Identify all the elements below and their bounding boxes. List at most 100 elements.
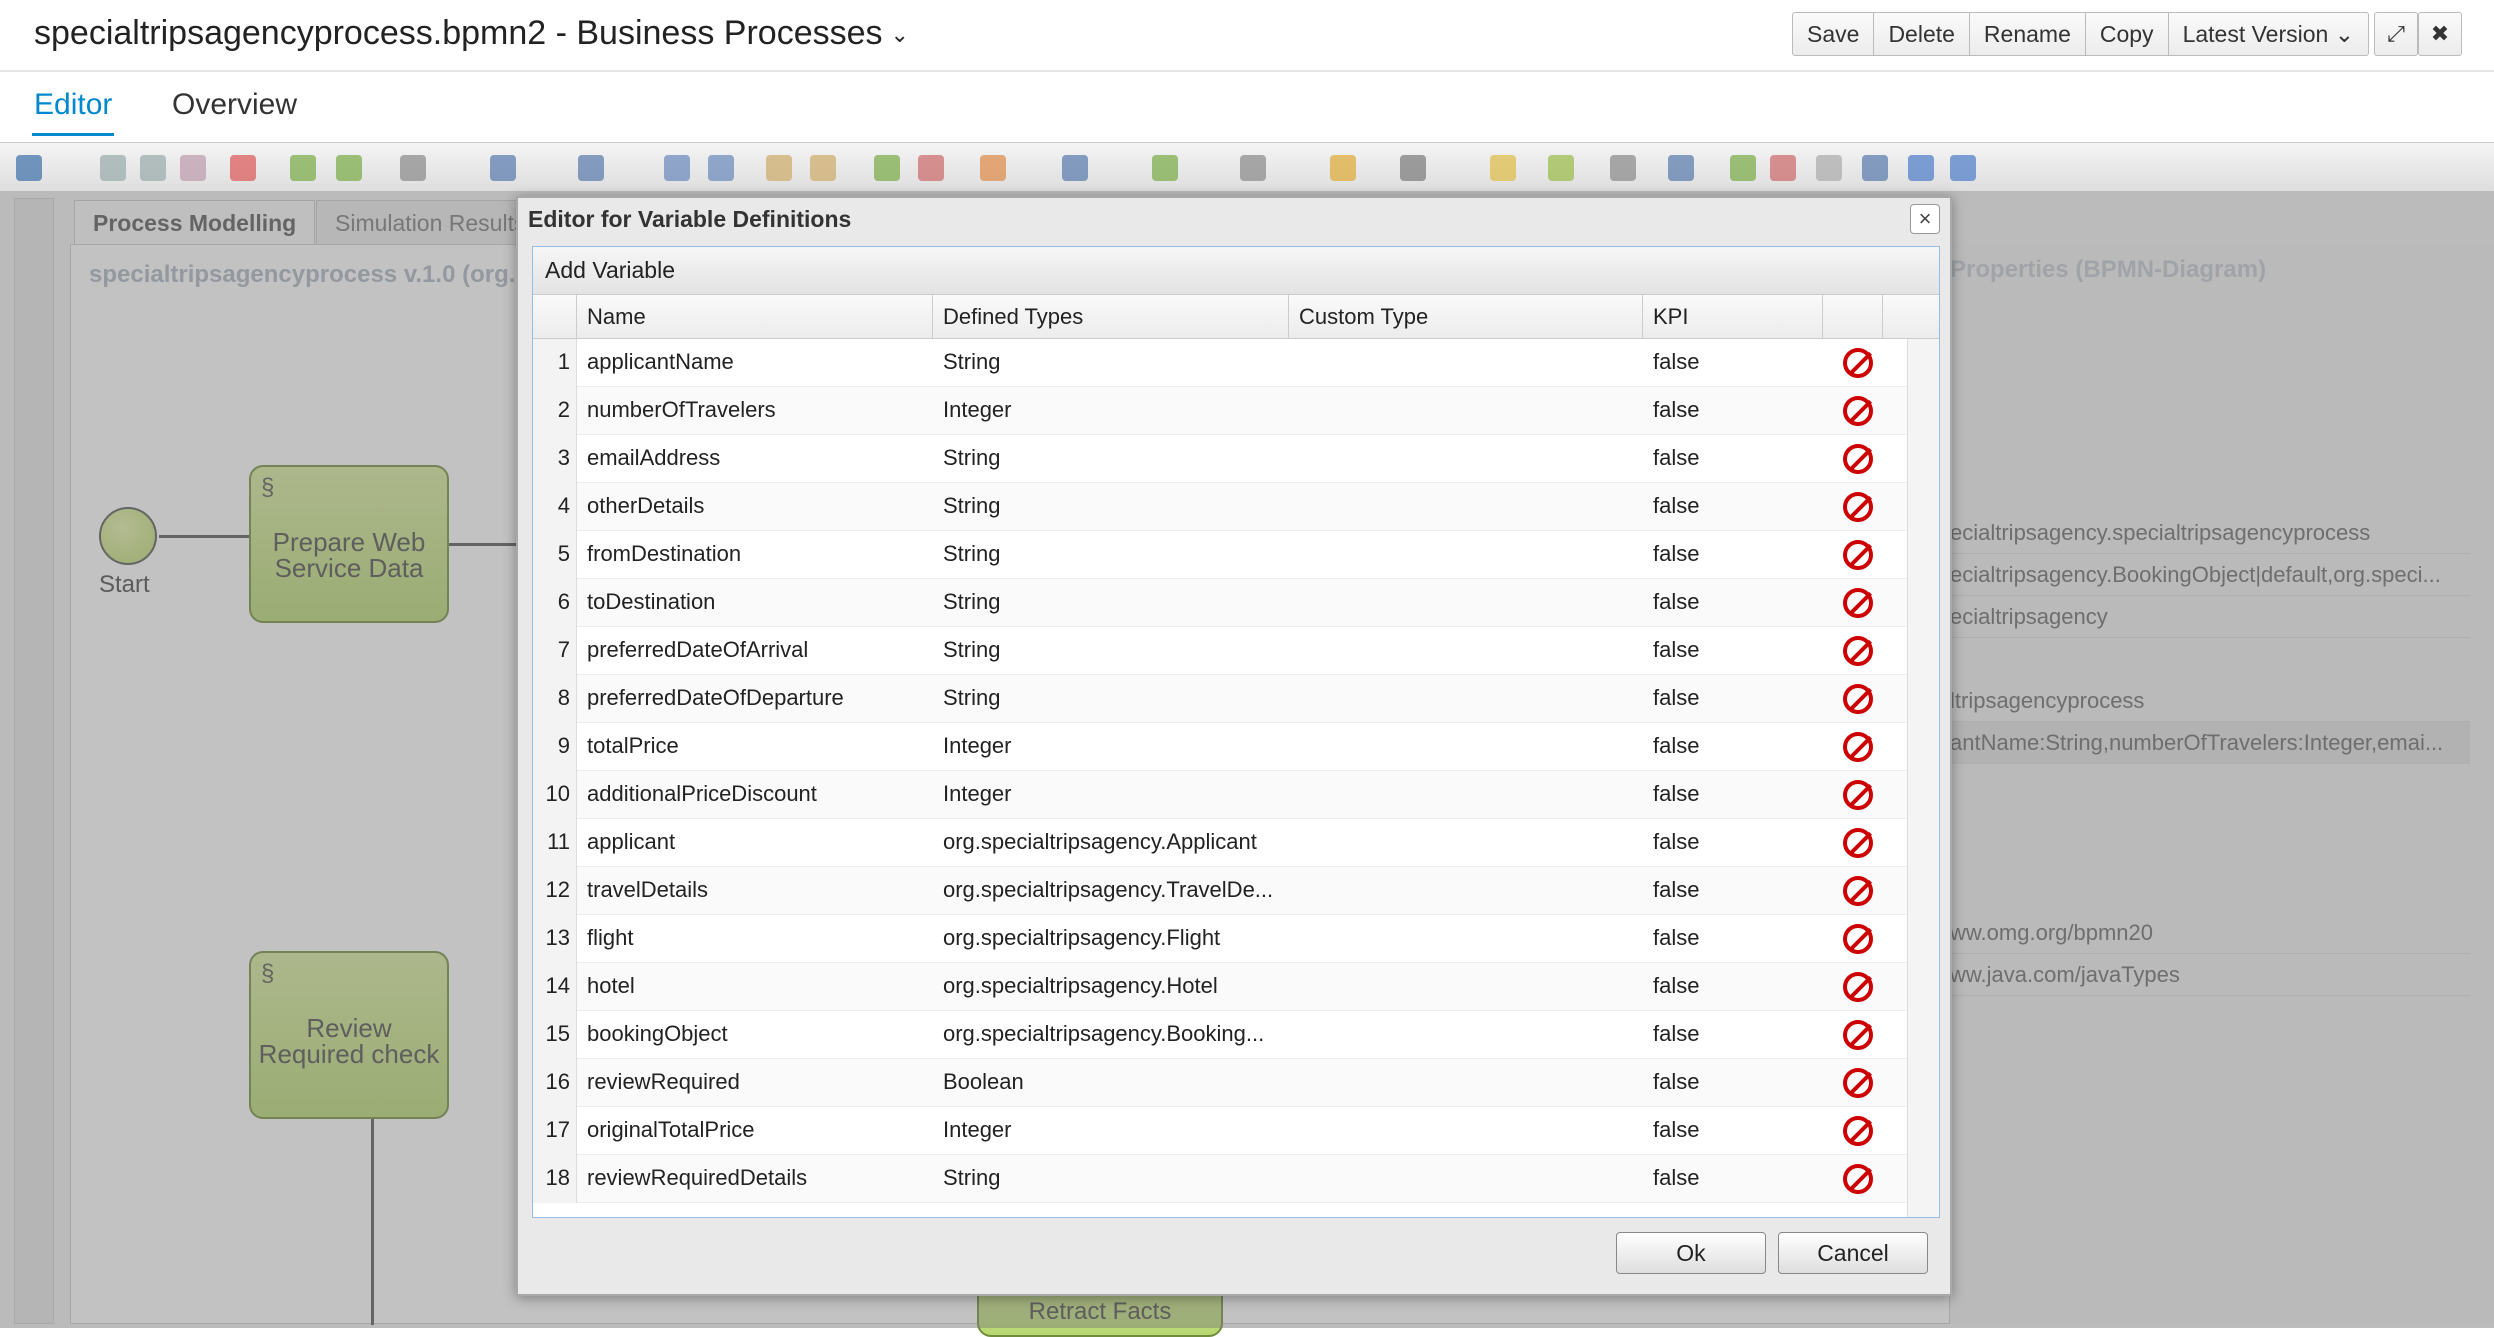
delete-icon[interactable] (1843, 924, 1873, 954)
table-icon[interactable] (1062, 155, 1088, 181)
defined-type-cell[interactable]: org.specialtripsagency.Hotel (933, 963, 1289, 1011)
defined-type-cell[interactable]: org.specialtripsagency.TravelDe... (933, 867, 1289, 915)
custom-type-cell[interactable] (1289, 1107, 1643, 1155)
custom-type-cell[interactable] (1289, 915, 1643, 963)
kpi-cell[interactable]: false (1643, 915, 1823, 963)
kpi-cell[interactable]: false (1643, 675, 1823, 723)
variable-name-cell[interactable]: otherDetails (577, 483, 933, 531)
defined-type-cell[interactable]: String (933, 675, 1289, 723)
delete-icon[interactable] (1843, 1116, 1873, 1146)
column-header-defined-types[interactable]: Defined Types (933, 295, 1289, 339)
lock-icon[interactable] (766, 155, 792, 181)
history-icon[interactable] (400, 155, 426, 181)
kpi-cell[interactable]: false (1643, 1011, 1823, 1059)
kpi-cell[interactable]: false (1643, 1107, 1823, 1155)
custom-type-cell[interactable] (1289, 1059, 1643, 1107)
delete-icon[interactable] (1843, 1020, 1873, 1050)
delete-icon[interactable] (1843, 876, 1873, 906)
tab-overview[interactable]: Overview (172, 88, 297, 122)
fit-icon[interactable] (1862, 155, 1888, 181)
variable-name-cell[interactable]: emailAddress (577, 435, 933, 483)
zoom-reset-icon[interactable] (1816, 155, 1842, 181)
kpi-cell[interactable]: false (1643, 963, 1823, 1011)
variable-name-cell[interactable]: toDestination (577, 579, 933, 627)
kpi-cell[interactable]: false (1643, 1059, 1823, 1107)
defined-type-cell[interactable]: String (933, 531, 1289, 579)
custom-type-cell[interactable] (1289, 579, 1643, 627)
custom-type-cell[interactable] (1289, 963, 1643, 1011)
variable-name-cell[interactable]: flight (577, 915, 933, 963)
variable-name-cell[interactable]: originalTotalPrice (577, 1107, 933, 1155)
asset-title[interactable]: specialtripsagencyprocess.bpmn2 - Busine… (34, 14, 909, 53)
table-row[interactable]: 14 hotel org.specialtripsagency.Hotel false (533, 963, 1909, 1011)
defined-type-cell[interactable]: String (933, 1155, 1289, 1203)
move-icon[interactable] (1610, 155, 1636, 181)
kpi-cell[interactable]: false (1643, 1155, 1823, 1203)
rename-button[interactable]: Rename (1970, 13, 2086, 55)
chevron-down-icon[interactable]: ⌄ (891, 22, 909, 48)
delete-icon[interactable] (1843, 540, 1873, 570)
delete-icon[interactable] (1843, 1068, 1873, 1098)
add-icon[interactable] (874, 155, 900, 181)
ungroup-icon[interactable] (708, 155, 734, 181)
delete-icon[interactable] (1843, 972, 1873, 1002)
cancel-button[interactable]: Cancel (1778, 1232, 1928, 1274)
version-dropdown[interactable]: Latest Version ⌄ (2169, 13, 2368, 55)
undo-icon[interactable] (290, 155, 316, 181)
close-icon[interactable]: ✖ (2418, 12, 2462, 56)
defined-type-cell[interactable]: String (933, 339, 1289, 387)
table-row[interactable]: 18 reviewRequiredDetails String false (533, 1155, 1909, 1203)
custom-type-cell[interactable] (1289, 867, 1643, 915)
variable-name-cell[interactable]: fromDestination (577, 531, 933, 579)
kpi-cell[interactable]: false (1643, 579, 1823, 627)
palette-icon[interactable] (980, 155, 1006, 181)
table-row[interactable]: 16 reviewRequired Boolean false (533, 1059, 1909, 1107)
table-row[interactable]: 13 flight org.specialtripsagency.Flight fal… (533, 915, 1909, 963)
delete-icon[interactable] (1843, 636, 1873, 666)
custom-type-cell[interactable] (1289, 483, 1643, 531)
table-row[interactable]: 4 otherDetails String false (533, 483, 1909, 531)
table-row[interactable]: 11 applicant org.specialtripsagency.Applic… (533, 819, 1909, 867)
custom-type-cell[interactable] (1289, 819, 1643, 867)
defined-type-cell[interactable]: org.specialtripsagency.Booking... (933, 1011, 1289, 1059)
defined-type-cell[interactable]: org.specialtripsagency.Applicant (933, 819, 1289, 867)
delete-icon[interactable] (1843, 348, 1873, 378)
variable-name-cell[interactable]: applicant (577, 819, 933, 867)
defined-type-cell[interactable]: Integer (933, 1107, 1289, 1155)
column-header-custom-type[interactable]: Custom Type (1289, 295, 1643, 339)
image-save-icon[interactable] (1668, 155, 1694, 181)
redo-icon[interactable] (336, 155, 362, 181)
shape-icon[interactable] (490, 155, 516, 181)
ok-button[interactable]: Ok (1616, 1232, 1766, 1274)
defined-type-cell[interactable]: Integer (933, 771, 1289, 819)
unlock-icon[interactable] (810, 155, 836, 181)
table-row[interactable]: 7 preferredDateOfArrival String false (533, 627, 1909, 675)
defined-type-cell[interactable]: String (933, 435, 1289, 483)
delete-icon[interactable] (1843, 780, 1873, 810)
add-variable-button[interactable]: Add Variable (545, 257, 675, 284)
kpi-cell[interactable]: false (1643, 339, 1823, 387)
kpi-cell[interactable]: false (1643, 531, 1823, 579)
table-row[interactable]: 12 travelDetails org.specialtripsagency.Tr… (533, 867, 1909, 915)
table-row[interactable]: 3 emailAddress String false (533, 435, 1909, 483)
kpi-cell[interactable]: false (1643, 627, 1823, 675)
database-icon[interactable] (1490, 155, 1516, 181)
delete-icon[interactable] (1843, 1164, 1873, 1194)
table-row[interactable]: 9 totalPrice Integer false (533, 723, 1909, 771)
delete-icon[interactable] (1843, 588, 1873, 618)
kpi-cell[interactable]: false (1643, 387, 1823, 435)
close-icon[interactable]: × (1910, 204, 1940, 234)
wrench-icon[interactable] (1240, 155, 1266, 181)
variable-name-cell[interactable]: travelDetails (577, 867, 933, 915)
variable-name-cell[interactable]: totalPrice (577, 723, 933, 771)
custom-type-cell[interactable] (1289, 339, 1643, 387)
delete-icon[interactable] (230, 155, 256, 181)
kpi-cell[interactable]: false (1643, 771, 1823, 819)
custom-type-cell[interactable] (1289, 723, 1643, 771)
arrow-right-icon[interactable] (1950, 155, 1976, 181)
delete-icon[interactable] (1843, 444, 1873, 474)
variable-name-cell[interactable]: numberOfTravelers (577, 387, 933, 435)
variable-name-cell[interactable]: bookingObject (577, 1011, 933, 1059)
table-row[interactable]: 8 preferredDateOfDeparture String false (533, 675, 1909, 723)
defined-type-cell[interactable]: String (933, 483, 1289, 531)
